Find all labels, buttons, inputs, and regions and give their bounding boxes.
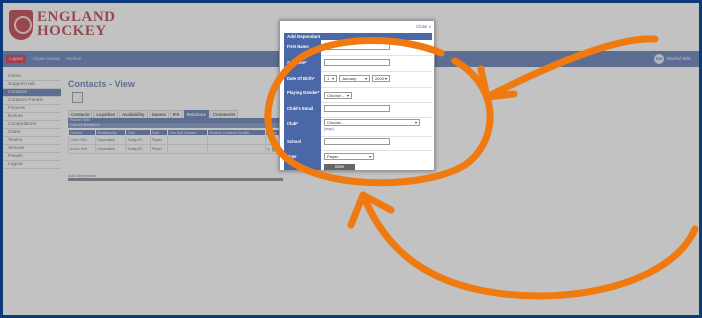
annotation-top-arrow-icon — [483, 35, 659, 101]
browser-frame: ENGLAND HOCKEY Logout Close contact Arch… — [3, 3, 699, 315]
annotation-ellipse — [264, 37, 494, 187]
page: ENGLAND HOCKEY Logout Close contact Arch… — [3, 3, 699, 315]
annotation-bottom-arrow-icon — [359, 191, 699, 300]
annotation-overlay — [264, 35, 699, 300]
